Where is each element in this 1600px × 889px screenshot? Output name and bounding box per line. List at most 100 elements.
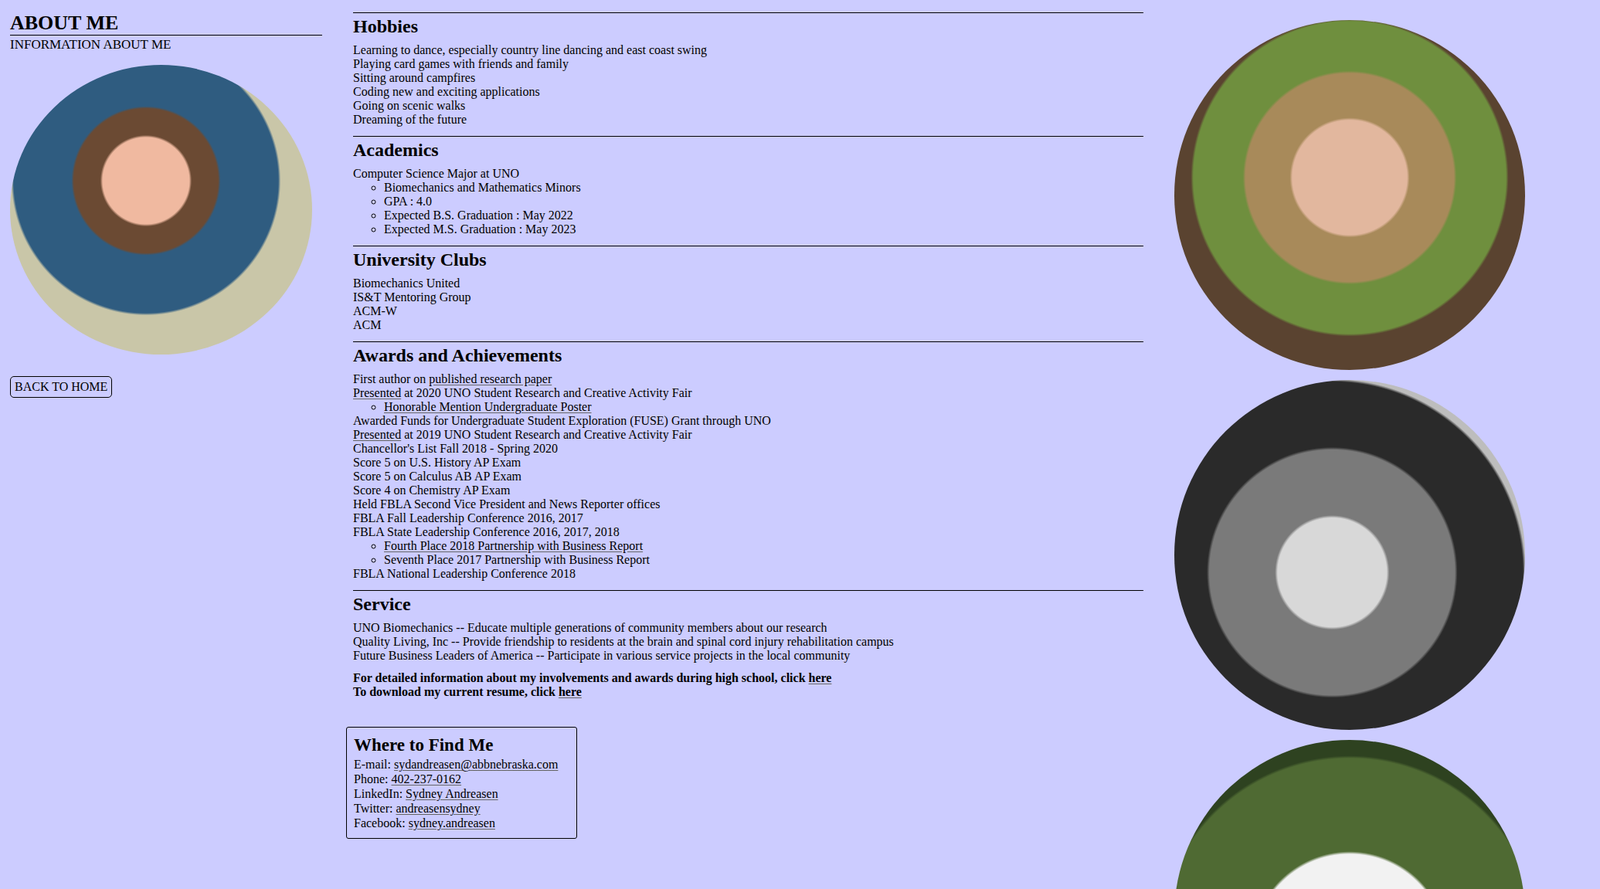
text: Quality Living, Inc -- Provide friendshi… [353, 635, 894, 649]
list-line: IS&T Mentoring Group [353, 290, 1144, 305]
section-title: Service [353, 593, 1144, 615]
text: Playing card games with friends and fami… [353, 57, 569, 71]
contact-row: LinkedIn: Sydney Andreasen [353, 786, 558, 802]
text: UNO Biomechanics -- Educate multiple gen… [353, 621, 828, 635]
page: ABOUT MEINFORMATION ABOUT ME BACK TO HOME… [0, 0, 1600, 889]
text: at 2020 UNO Student Research and Creativ… [400, 386, 692, 400]
contact-link[interactable]: andreasensydney [395, 801, 480, 816]
text: GPA : 4.0 [383, 194, 432, 208]
list-line: Score 5 on Calculus AB AP Exam [353, 469, 1144, 484]
text: Coding new and exciting applications [353, 84, 541, 99]
contact-title: Where to Find Me [353, 735, 558, 756]
text: Seventh Place 2017 Partnership with Busi… [383, 553, 650, 567]
contact-link[interactable]: Sydney Andreasen [405, 787, 499, 801]
list-line: Going on scenic walks [353, 98, 1144, 113]
text: Biomechanics and Mathematics Minors [383, 180, 581, 194]
main-content: Hobbies Learning to dance, especially cou… [353, 12, 1144, 840]
text: IS&T Mentoring Group [353, 290, 472, 304]
list-line: ACM-W [353, 304, 1144, 319]
list-line: Coding new and exciting applications [353, 84, 1144, 99]
text: Biomechanics United [353, 276, 460, 290]
text-link[interactable]: here [808, 671, 833, 685]
text-link[interactable]: Fourth Place 2018 Partnership with Busin… [383, 539, 643, 553]
list-line: FBLA State Leadership Conference 2016, 2… [353, 525, 1144, 540]
list-line: Computer Science Major at UNO [353, 166, 1144, 181]
text: ACM-W [353, 304, 398, 318]
text-link[interactable]: published research paper [428, 372, 552, 386]
contact-label: Facebook: [353, 816, 409, 830]
info-section: Academics Computer Science Major at UNOBi… [353, 135, 1144, 246]
text: First author on [353, 372, 429, 386]
text: FBLA Fall Leadership Conference 2016, 20… [353, 511, 584, 525]
list-line: Score 5 on U.S. History AP Exam [353, 455, 1144, 470]
text: Sitting around campfires [353, 71, 476, 85]
sub-list: Honorable Mention Undergraduate Poster [353, 400, 1144, 415]
text: For detailed information about my involv… [353, 671, 809, 685]
notes: For detailed information about my involv… [353, 671, 1144, 700]
list-line: Dreaming of the future [353, 112, 1144, 127]
text: Learning to dance, especially country li… [353, 43, 707, 57]
note-line: To download my current resume, click her… [353, 685, 1144, 700]
contact-row: Facebook: sydney.andreasen [353, 815, 558, 831]
contact-link[interactable]: sydney.andreasen [408, 816, 496, 830]
list-line: Future Business Leaders of America -- Pa… [353, 648, 1144, 663]
contact-label: E-mail: [353, 757, 395, 772]
gallery-photo [1174, 740, 1526, 889]
list-line: FBLA National Leadership Conference 2018 [353, 567, 1144, 581]
text: Computer Science Major at UNO [353, 166, 520, 181]
sub-list: Fourth Place 2018 Partnership with Busin… [353, 539, 1144, 568]
list-line: Quality Living, Inc -- Provide friendshi… [353, 635, 1144, 649]
contact-row: Twitter: andreasensydney [353, 801, 558, 816]
list-line: Score 4 on Chemistry AP Exam [353, 483, 1144, 498]
text: Score 4 on Chemistry AP Exam [353, 483, 510, 497]
text-link[interactable]: Honorable Mention Undergraduate Poster [383, 400, 592, 414]
contact-link[interactable]: 402-237-0162 [390, 772, 462, 786]
sub-list: Biomechanics and Mathematics MinorsGPA :… [353, 180, 1144, 237]
text-link[interactable]: Presented [353, 386, 401, 400]
sidebar-subtitle: INFORMATION ABOUT ME [10, 37, 171, 53]
sub-item: Seventh Place 2017 Partnership with Busi… [383, 553, 1144, 568]
sidebar-title: ABOUT ME [10, 12, 323, 36]
contact-link[interactable]: sydandreasen@abbnebraska.com [394, 757, 558, 772]
text: ACM [353, 318, 381, 332]
list-line: Sitting around campfires [353, 71, 1144, 85]
sub-item: GPA : 4.0 [383, 194, 1144, 209]
sub-item: Expected B.S. Graduation : May 2022 [383, 208, 1144, 223]
contact-label: Phone: [353, 772, 391, 786]
text: Expected M.S. Graduation : May 2023 [383, 222, 576, 236]
contact-label: LinkedIn: [353, 787, 406, 801]
list-line: Presented at 2020 UNO Student Research a… [353, 386, 1144, 401]
list-line: First author on published research paper [353, 372, 1144, 387]
info-section: Awards and Achievements First author on p… [353, 341, 1144, 591]
list-line: Biomechanics United [353, 276, 1144, 291]
text: FBLA National Leadership Conference 2018 [353, 567, 576, 581]
text: Held FBLA Second Vice President and News… [353, 497, 660, 511]
text: FBLA State Leadership Conference 2016, 2… [353, 525, 620, 539]
note-line: For detailed information about my involv… [353, 671, 1144, 686]
contact-box: Where to Find MeE-mail: sydandreasen@abb… [346, 726, 578, 840]
contact-label: Twitter: [353, 801, 396, 816]
text: Score 5 on U.S. History AP Exam [353, 455, 521, 469]
section-title: Hobbies [353, 15, 1144, 38]
section-title: Academics [353, 139, 1144, 161]
text: Future Business Leaders of America -- Pa… [353, 648, 850, 663]
text: Going on scenic walks [353, 98, 466, 113]
list-line: Learning to dance, especially country li… [353, 43, 1144, 58]
sidebar: ABOUT MEINFORMATION ABOUT ME BACK TO HOME [10, 12, 323, 398]
list-line: Playing card games with friends and fami… [353, 57, 1144, 72]
text: at 2019 UNO Student Research and Creativ… [400, 428, 692, 442]
text: Chancellor's List Fall 2018 - Spring 202… [353, 441, 558, 456]
list-line: Awarded Funds for Undergraduate Student … [353, 414, 1144, 429]
text-link[interactable]: Presented [353, 428, 401, 442]
list-line: UNO Biomechanics -- Educate multiple gen… [353, 621, 1144, 636]
section-title: Awards and Achievements [353, 344, 1144, 367]
text: Dreaming of the future [353, 112, 467, 126]
list-line: Presented at 2019 UNO Student Research a… [353, 428, 1144, 442]
photo-gallery [1174, 12, 1526, 889]
contact-row: E-mail: sydandreasen@abbnebraska.com [353, 757, 558, 772]
info-section: University ClubsBiomechanics UnitedIS&T … [353, 245, 1144, 342]
back-home-button[interactable]: BACK TO HOME [10, 376, 113, 398]
text-link[interactable]: here [558, 685, 582, 699]
text: Score 5 on Calculus AB AP Exam [353, 469, 522, 483]
sub-item: Expected M.S. Graduation : May 2023 [383, 222, 1144, 237]
